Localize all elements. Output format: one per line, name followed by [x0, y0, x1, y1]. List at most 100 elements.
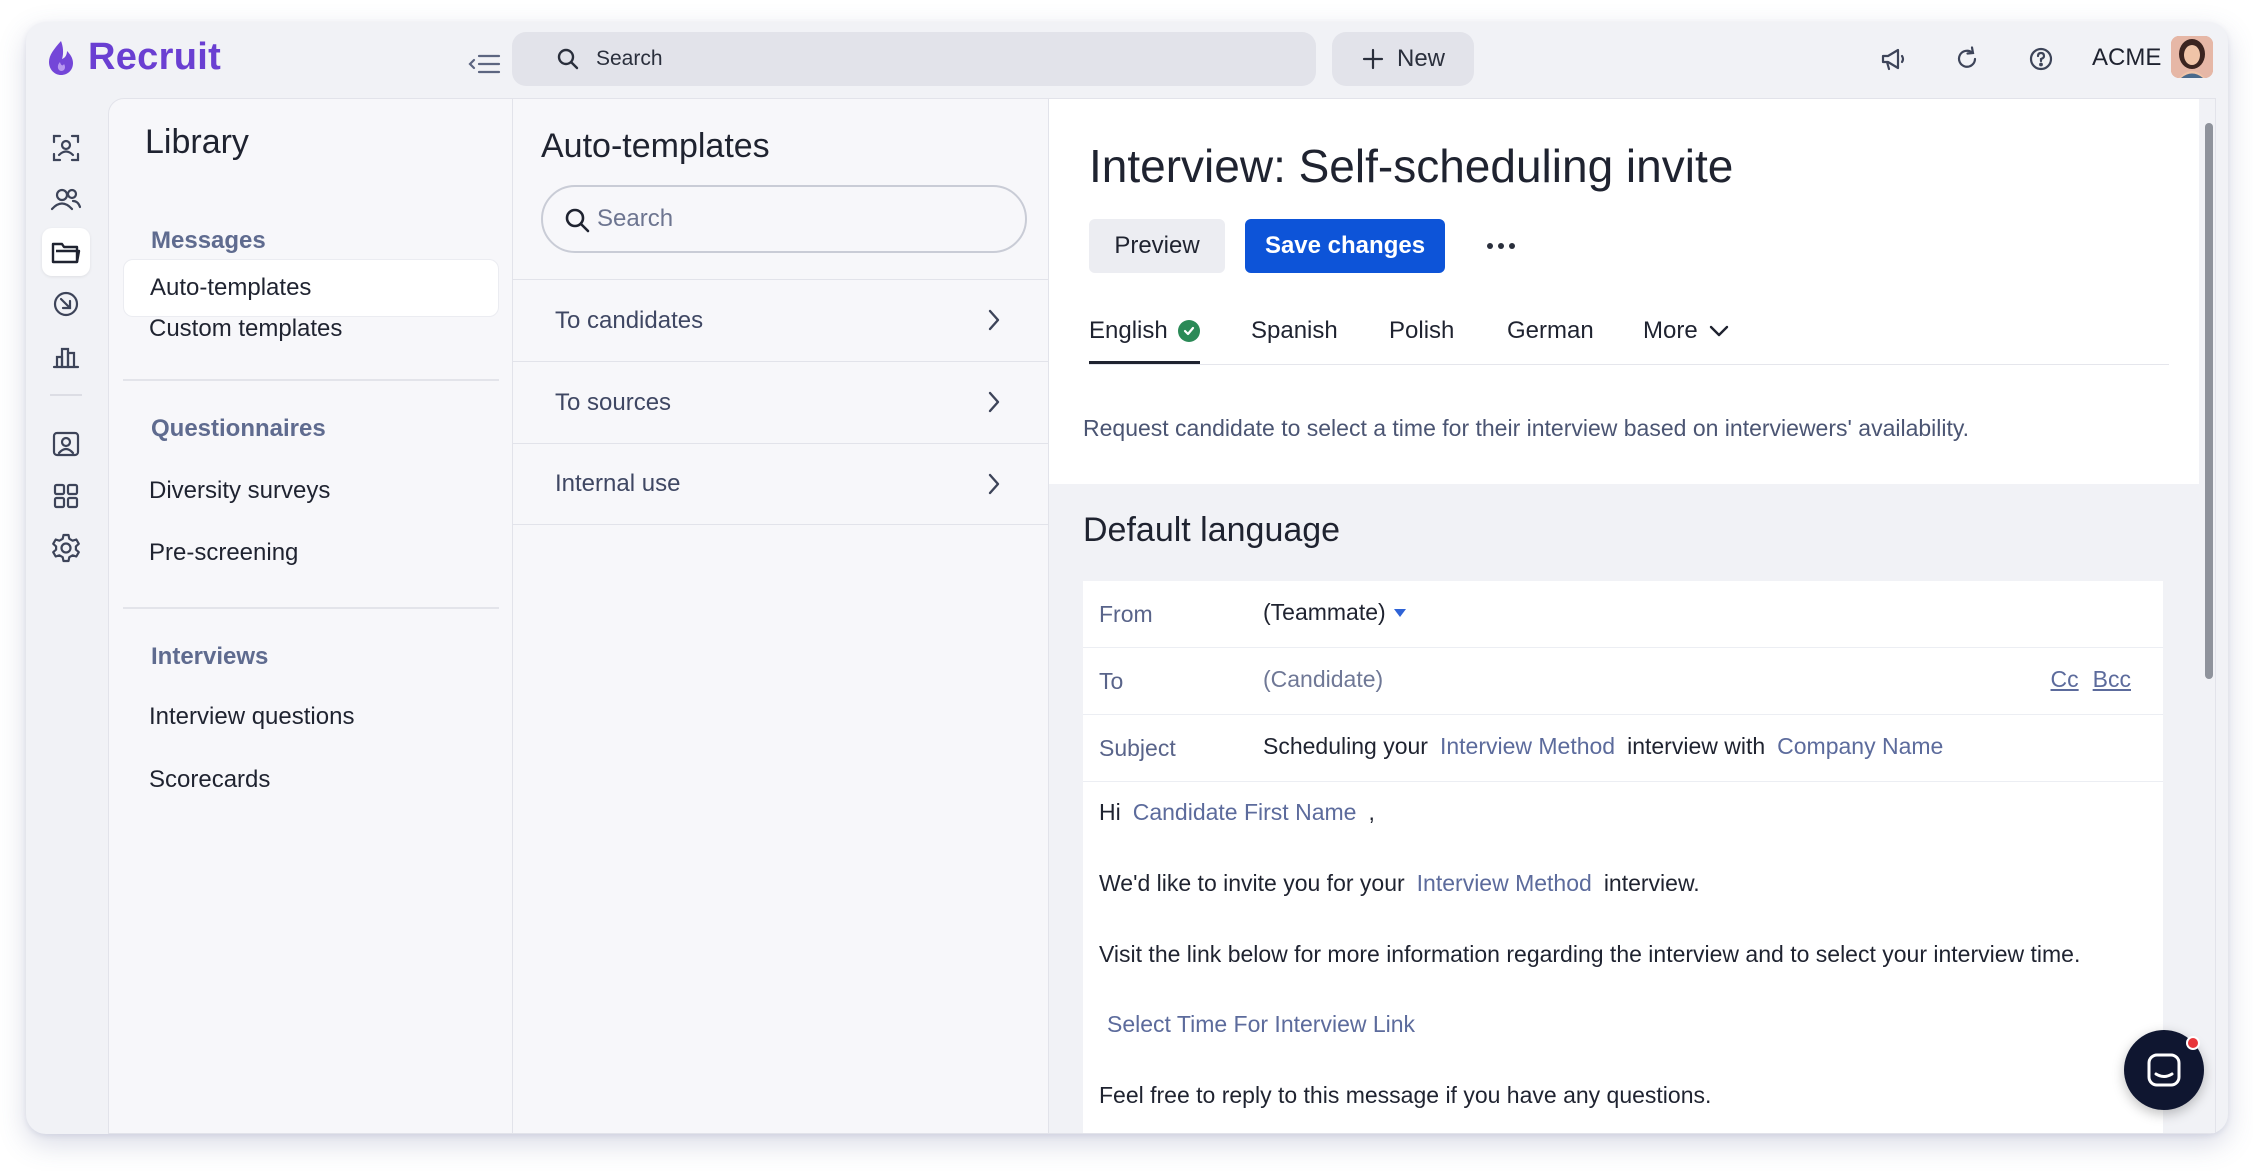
- library-sidebar: Library Messages Auto-templates Custom t…: [109, 99, 513, 1133]
- greeting-text: Hi: [1099, 799, 1121, 825]
- body-greeting[interactable]: Hi Candidate First Name ,: [1099, 799, 1375, 826]
- library-folder-icon: [51, 242, 81, 264]
- tab-spanish[interactable]: Spanish: [1251, 317, 1338, 345]
- scrollbar-thumb[interactable]: [2205, 123, 2213, 679]
- contact-card-icon: [52, 431, 80, 457]
- variable-interview-method[interactable]: Interview Method: [1405, 870, 1604, 897]
- subject-label: Subject: [1099, 735, 1176, 761]
- announcements-button[interactable]: [1876, 42, 1910, 76]
- body-line-invite[interactable]: We'd like to invite you for your Intervi…: [1099, 870, 1700, 897]
- variable-interview-method[interactable]: Interview Method: [1428, 733, 1627, 760]
- to-label: To: [1099, 668, 1124, 694]
- variable-select-time-link[interactable]: Select Time For Interview Link: [1107, 1011, 1415, 1038]
- tab-label: German: [1507, 317, 1594, 344]
- library-item-pre-screening[interactable]: Pre-screening: [149, 539, 298, 567]
- section-questionnaires: Questionnaires: [151, 415, 326, 442]
- library-item-custom-templates[interactable]: Custom templates: [149, 315, 342, 343]
- rail-reports[interactable]: [42, 332, 90, 380]
- org-name[interactable]: ACME: [2092, 44, 2161, 72]
- section-messages: Messages: [151, 227, 266, 254]
- rail-contacts[interactable]: [42, 420, 90, 468]
- save-changes-button[interactable]: Save changes: [1245, 219, 1445, 273]
- default-language-title: Default language: [1083, 511, 1341, 549]
- user-avatar[interactable]: [2171, 36, 2213, 78]
- app-logo[interactable]: Recruit: [46, 36, 221, 79]
- notification-dot: [2186, 1036, 2200, 1050]
- chat-icon: [2147, 1053, 2181, 1087]
- variable-candidate-first-name[interactable]: Candidate First Name: [1121, 799, 1369, 826]
- subject-row: Subject Scheduling your Interview Method…: [1083, 715, 2163, 782]
- chevron-right-icon: [988, 309, 1000, 331]
- candidates-scan-icon: [52, 134, 80, 162]
- rail-activity[interactable]: [42, 280, 90, 328]
- refresh-button[interactable]: [1950, 42, 1984, 76]
- new-button[interactable]: New: [1332, 32, 1474, 86]
- logo-flame-icon: [49, 40, 73, 75]
- from-row: From (Teammate): [1083, 581, 2163, 648]
- caret-down-icon: [1393, 608, 1406, 617]
- help-icon: [2029, 47, 2053, 71]
- rail-candidates[interactable]: [42, 124, 90, 172]
- from-select[interactable]: (Teammate): [1263, 599, 1406, 626]
- tab-more[interactable]: More: [1643, 317, 1730, 345]
- template-row-to-candidates[interactable]: To candidates: [513, 279, 1049, 361]
- template-detail: Interview: Self-scheduling invite Previe…: [1049, 99, 2215, 1133]
- search-icon: [565, 208, 590, 233]
- rail-settings[interactable]: [42, 524, 90, 572]
- global-search-input[interactable]: Search: [512, 32, 1316, 86]
- more-options-button[interactable]: [1479, 231, 1523, 261]
- tab-german[interactable]: German: [1507, 317, 1594, 345]
- library-item-auto-templates[interactable]: Auto-templates: [123, 259, 499, 317]
- body-line-visit[interactable]: Visit the link below for more informatio…: [1099, 941, 2080, 968]
- library-divider: [123, 607, 499, 609]
- library-item-diversity-surveys[interactable]: Diversity surveys: [149, 477, 330, 505]
- avatar-image: [2171, 36, 2213, 78]
- bcc-link[interactable]: Bcc: [2093, 666, 2131, 693]
- to-field[interactable]: (Candidate): [1263, 666, 1383, 693]
- plus-icon: [1362, 48, 1384, 70]
- library-item-interview-questions[interactable]: Interview questions: [149, 703, 354, 731]
- body-text: We'd like to invite you for your: [1099, 870, 1405, 896]
- topbar-actions: [1876, 42, 2058, 76]
- body-line-reply[interactable]: Feel free to reply to this message if yo…: [1099, 1082, 1711, 1109]
- template-title: Interview: Self-scheduling invite: [1089, 140, 1734, 192]
- tab-polish[interactable]: Polish: [1389, 317, 1454, 345]
- library-item-scorecards[interactable]: Scorecards: [149, 766, 270, 794]
- preview-button[interactable]: Preview: [1089, 219, 1225, 273]
- to-row: To (Candidate) Cc Bcc: [1083, 648, 2163, 715]
- dot: [1498, 243, 1504, 249]
- body-link-variable[interactable]: Select Time For Interview Link: [1099, 1011, 1415, 1038]
- cc-bcc-links: Cc Bcc: [2051, 666, 2131, 693]
- template-row-to-sources[interactable]: To sources: [513, 361, 1049, 443]
- rail-divider: [50, 394, 82, 396]
- global-search-placeholder: Search: [596, 47, 663, 70]
- new-button-label: New: [1396, 45, 1445, 72]
- library-divider: [123, 379, 499, 381]
- subject-field[interactable]: Scheduling your Interview Method intervi…: [1263, 733, 1955, 760]
- bar-chart-icon: [52, 347, 80, 369]
- rail-people[interactable]: [42, 176, 90, 224]
- check-circle-icon: [1177, 320, 1200, 342]
- help-button[interactable]: [2024, 42, 2058, 76]
- template-row-internal-use[interactable]: Internal use: [513, 443, 1049, 525]
- templates-search-placeholder: Search: [597, 205, 674, 232]
- collapse-sidebar-button[interactable]: [464, 46, 504, 82]
- variable-company-name[interactable]: Company Name: [1765, 733, 1955, 760]
- cc-link[interactable]: Cc: [2051, 666, 2079, 693]
- templates-search-input[interactable]: Search: [541, 185, 1027, 253]
- tab-label: More: [1643, 317, 1698, 344]
- rail-library[interactable]: [42, 228, 90, 276]
- chevron-right-icon: [988, 473, 1000, 495]
- arrow-circle-icon: [53, 291, 79, 317]
- templates-panel: Auto-templates Search To candidates To s…: [513, 99, 1049, 1133]
- megaphone-icon: [1881, 48, 1905, 71]
- tab-english[interactable]: English: [1089, 317, 1200, 364]
- template-description: Request candidate to select a time for t…: [1083, 415, 1970, 441]
- body-text: interview.: [1603, 870, 1700, 896]
- language-tabs: English Spanish Polish German More: [1089, 309, 2169, 365]
- settings-gear-icon: [52, 533, 80, 563]
- rail-apps[interactable]: [42, 472, 90, 520]
- people-icon: [50, 188, 82, 211]
- app-window: Recruit Search New ACME Library Messages…: [26, 22, 2228, 1134]
- detail-header: Interview: Self-scheduling invite Previe…: [1049, 99, 2199, 484]
